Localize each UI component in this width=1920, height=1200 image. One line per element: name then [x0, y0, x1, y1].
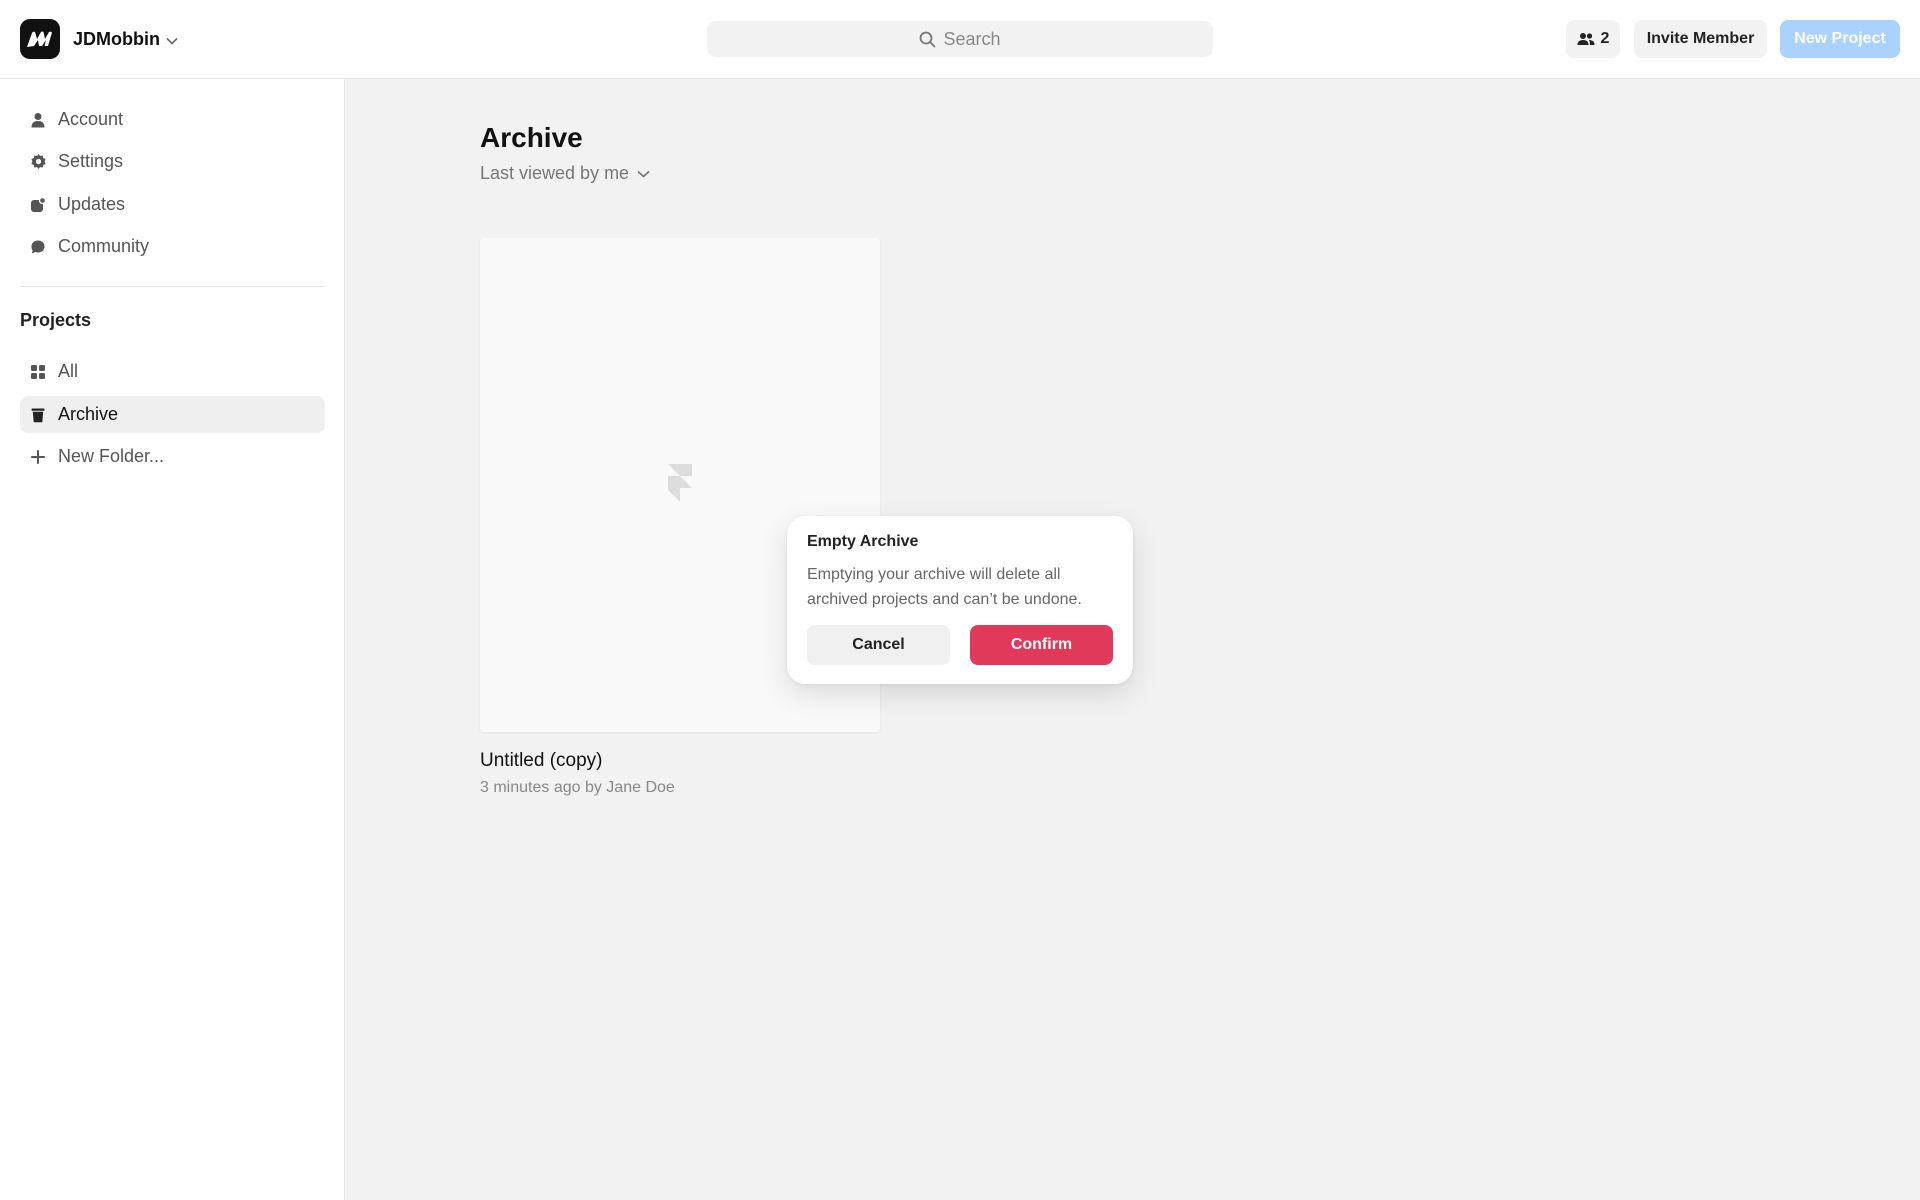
workspace-logo-icon [20, 19, 60, 59]
confirm-button[interactable]: Confirm [970, 625, 1113, 665]
page-title: Archive [480, 122, 583, 153]
grid-icon [18, 364, 58, 380]
sidebar-item-community[interactable]: Community [20, 228, 325, 265]
sidebar-item-label: Settings [58, 151, 124, 171]
sidebar-item-label: Updates [58, 194, 126, 214]
updates-icon [18, 196, 58, 213]
workspace-name: JDMobbin [73, 28, 160, 49]
projects-section-title: Projects [20, 310, 92, 330]
empty-archive-dialog: Empty Archive Emptying your archive will… [787, 516, 1133, 684]
sidebar-item-account[interactable]: Account [20, 101, 325, 138]
sidebar: Account Settings Updates Community Proje… [0, 79, 345, 1200]
sidebar-item-new-folder[interactable]: New Folder... [20, 438, 325, 475]
workspace-switcher[interactable]: JDMobbin [20, 19, 178, 59]
sidebar-item-label: Archive [58, 404, 119, 424]
sidebar-item-label: Account [58, 109, 124, 129]
framer-logo-icon [668, 464, 692, 502]
trash-icon [18, 407, 58, 423]
search-input[interactable]: Search [707, 21, 1213, 57]
sort-dropdown[interactable]: Last viewed by me [480, 163, 650, 184]
project-title[interactable]: Untitled (copy) [480, 750, 603, 772]
chevron-down-icon [637, 170, 650, 178]
sidebar-item-settings[interactable]: Settings [20, 143, 325, 180]
chat-bubble-icon [18, 239, 58, 255]
search-icon [920, 31, 936, 47]
sidebar-item-updates[interactable]: Updates [20, 186, 325, 223]
sidebar-item-label: Community [58, 236, 150, 256]
users-icon [1577, 33, 1595, 45]
search-placeholder: Search [943, 28, 1001, 49]
members-button[interactable]: 2 [1566, 20, 1620, 58]
plus-icon [18, 449, 58, 464]
main-content: Archive Last viewed by me Untitled (copy… [346, 80, 1920, 1200]
project-meta: 3 minutes ago by Jane Doe [480, 779, 675, 796]
member-count: 2 [1600, 30, 1610, 47]
invite-member-button[interactable]: Invite Member [1634, 20, 1767, 58]
sidebar-item-all[interactable]: All [20, 353, 325, 390]
sidebar-divider [20, 286, 325, 287]
top-bar: JDMobbin Search 2 Invite Member New Proj… [0, 0, 1920, 79]
new-project-button[interactable]: New Project [1780, 20, 1900, 58]
dialog-message: Emptying your archive will delete all ar… [807, 566, 1082, 608]
gear-icon [18, 153, 58, 170]
user-icon [18, 112, 58, 128]
sidebar-item-label: New Folder... [58, 446, 165, 466]
dialog-title: Empty Archive [807, 533, 919, 550]
sidebar-item-label: All [58, 361, 79, 381]
sidebar-item-archive[interactable]: Archive [20, 396, 325, 433]
cancel-button[interactable]: Cancel [807, 625, 950, 665]
chevron-down-icon [166, 37, 178, 45]
sort-label: Last viewed by me [480, 163, 630, 183]
